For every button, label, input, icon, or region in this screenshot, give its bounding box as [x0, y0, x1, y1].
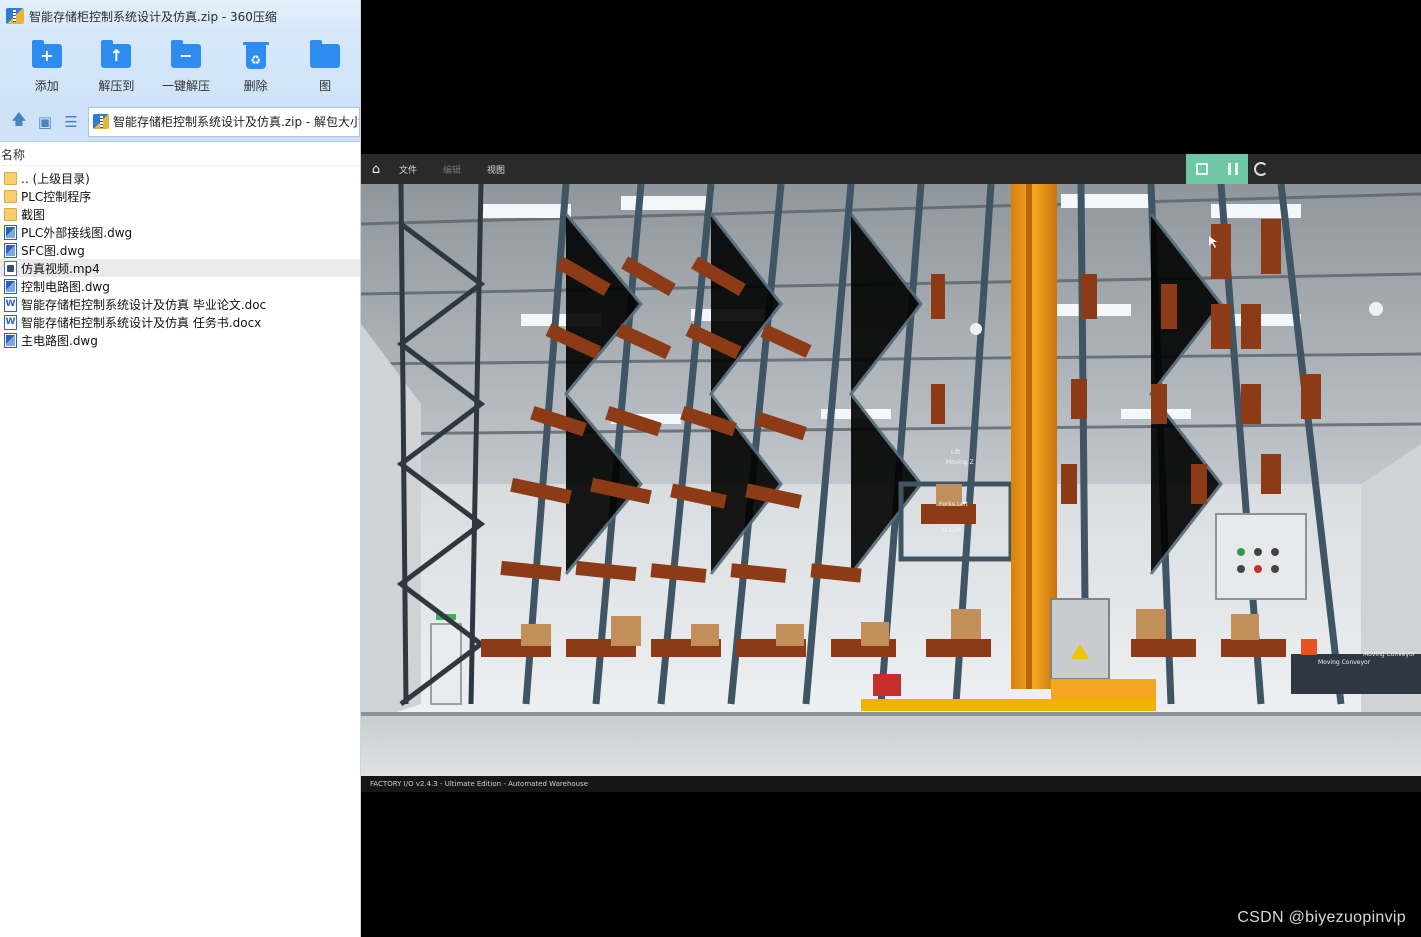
file-row[interactable]: 智能存储柜控制系统设计及仿真 毕业论文.doc	[0, 295, 360, 313]
title-bar: 智能存储柜控制系统设计及仿真.zip - 360压缩	[0, 0, 360, 32]
file-name: 截图	[21, 207, 46, 222]
path-field[interactable]: 智能存储柜控制系统设计及仿真.zip - 解包大小	[88, 106, 360, 137]
reset-icon	[1254, 162, 1268, 176]
delete-button[interactable]: ♻ 删除	[221, 32, 291, 102]
stop-icon	[1196, 163, 1208, 175]
dwg-file-icon	[4, 224, 17, 240]
add-button[interactable]: + 添加	[12, 32, 82, 102]
doc-file-icon	[4, 296, 17, 312]
scene-label-forks-left: Forks Left	[939, 501, 969, 508]
column-header-name[interactable]: 名称	[0, 144, 360, 166]
scene-label-lift: Lift	[951, 449, 961, 456]
menu-view: 视图	[487, 165, 506, 176]
file-row[interactable]: 仿真视频.mp4	[0, 259, 360, 277]
scene-label-at-left: At Left	[941, 527, 961, 534]
image-tool-button[interactable]: 图	[290, 32, 360, 102]
home-icon: ⌂	[371, 161, 381, 177]
file-name: 智能存储柜控制系统设计及仿真 毕业论文.doc	[21, 297, 267, 312]
scene-label-conveyor-2: Moving Conveyor	[1363, 651, 1416, 658]
file-row[interactable]: 控制电路图.dwg	[0, 277, 360, 295]
pause-icon	[1228, 163, 1238, 175]
factory-io-menubar: ⌂ 文件 编辑 视图	[361, 154, 1421, 184]
video-player[interactable]: ⌂ 文件 编辑 视图 Lift Moving Z Forks Left At L…	[361, 6, 1421, 937]
menu-edit: 编辑	[443, 165, 462, 176]
path-text: 智能存储柜控制系统设计及仿真.zip - 解包大小	[113, 115, 360, 129]
file-row[interactable]: SFC图.dwg	[0, 241, 360, 259]
scene-label-moving-z: Moving Z	[946, 459, 974, 466]
file-name: PLC外部接线图.dwg	[21, 225, 133, 240]
thumbnail-view-button[interactable]: ▣	[32, 109, 58, 135]
up-level-button[interactable]: 🡅	[6, 109, 32, 135]
folder-row[interactable]: PLC控制程序	[0, 187, 360, 205]
scene-label-conveyor-1: Moving Conveyor	[1318, 659, 1371, 666]
file-row[interactable]: 智能存储柜控制系统设计及仿真 任务书.docx	[0, 313, 360, 331]
folder-row[interactable]: 截图	[0, 205, 360, 223]
mp4-file-icon	[4, 260, 17, 276]
dwg-file-icon	[4, 278, 17, 294]
file-name: 智能存储柜控制系统设计及仿真 任务书.docx	[21, 315, 262, 330]
window-title: 智能存储柜控制系统设计及仿真.zip - 360压缩	[29, 9, 277, 24]
archive-window: 智能存储柜控制系统设计及仿真.zip - 360压缩 + 添加 ↑ 解压到 − …	[0, 0, 361, 937]
doc-file-icon	[4, 314, 17, 330]
file-name: 仿真视频.mp4	[21, 261, 100, 276]
extract-to-button[interactable]: ↑ 解压到	[82, 32, 152, 102]
folder-icon	[4, 189, 17, 203]
file-name: PLC控制程序	[21, 189, 92, 204]
zip-file-icon	[93, 114, 109, 129]
address-bar: 🡅 ▣ ☰ 智能存储柜控制系统设计及仿真.zip - 解包大小	[0, 102, 360, 142]
folder-row[interactable]: .. (上级目录)	[0, 169, 360, 187]
csdn-watermark: CSDN @biyezuopinvip	[1237, 909, 1406, 926]
menu-file: 文件	[399, 165, 418, 176]
folder-icon	[4, 207, 17, 221]
file-name: 控制电路图.dwg	[21, 279, 110, 294]
file-list: .. (上级目录) PLC控制程序 截图 PLC外部接线图.dwg SFC图.dwg 仿真…	[0, 169, 360, 349]
file-row[interactable]: 主电路图.dwg	[0, 331, 360, 349]
file-row[interactable]: PLC外部接线图.dwg	[0, 223, 360, 241]
add-icon: +	[31, 40, 63, 71]
one-click-extract-button[interactable]: − 一键解压	[151, 32, 221, 102]
warehouse-scene: Lift Moving Z Forks Left At Left Moving …	[361, 184, 1421, 776]
toolbar: + 添加 ↑ 解压到 − 一键解压 ♻ 删除 图	[0, 32, 360, 102]
file-name: .. (上级目录)	[21, 171, 90, 186]
image-tool-icon	[309, 40, 341, 71]
factory-io-status-bar: FACTORY I/O v2.4.3 - Ultimate Edition - …	[361, 776, 1421, 792]
list-view-button[interactable]: ☰	[58, 109, 84, 135]
sim-controls	[1186, 154, 1248, 184]
file-name: 主电路图.dwg	[21, 333, 98, 348]
zip-app-icon	[6, 8, 24, 24]
extract-to-icon: ↑	[100, 40, 132, 71]
arrow-up-icon: 🡅	[11, 110, 27, 128]
dwg-file-icon	[4, 332, 17, 348]
delete-icon: ♻	[240, 41, 272, 71]
folder-icon	[4, 171, 17, 185]
thumbnail-view-icon: ▣	[37, 112, 53, 131]
one-click-extract-icon: −	[170, 40, 202, 71]
list-view-icon: ☰	[64, 112, 78, 131]
dwg-file-icon	[4, 242, 17, 258]
file-name: SFC图.dwg	[21, 243, 85, 258]
